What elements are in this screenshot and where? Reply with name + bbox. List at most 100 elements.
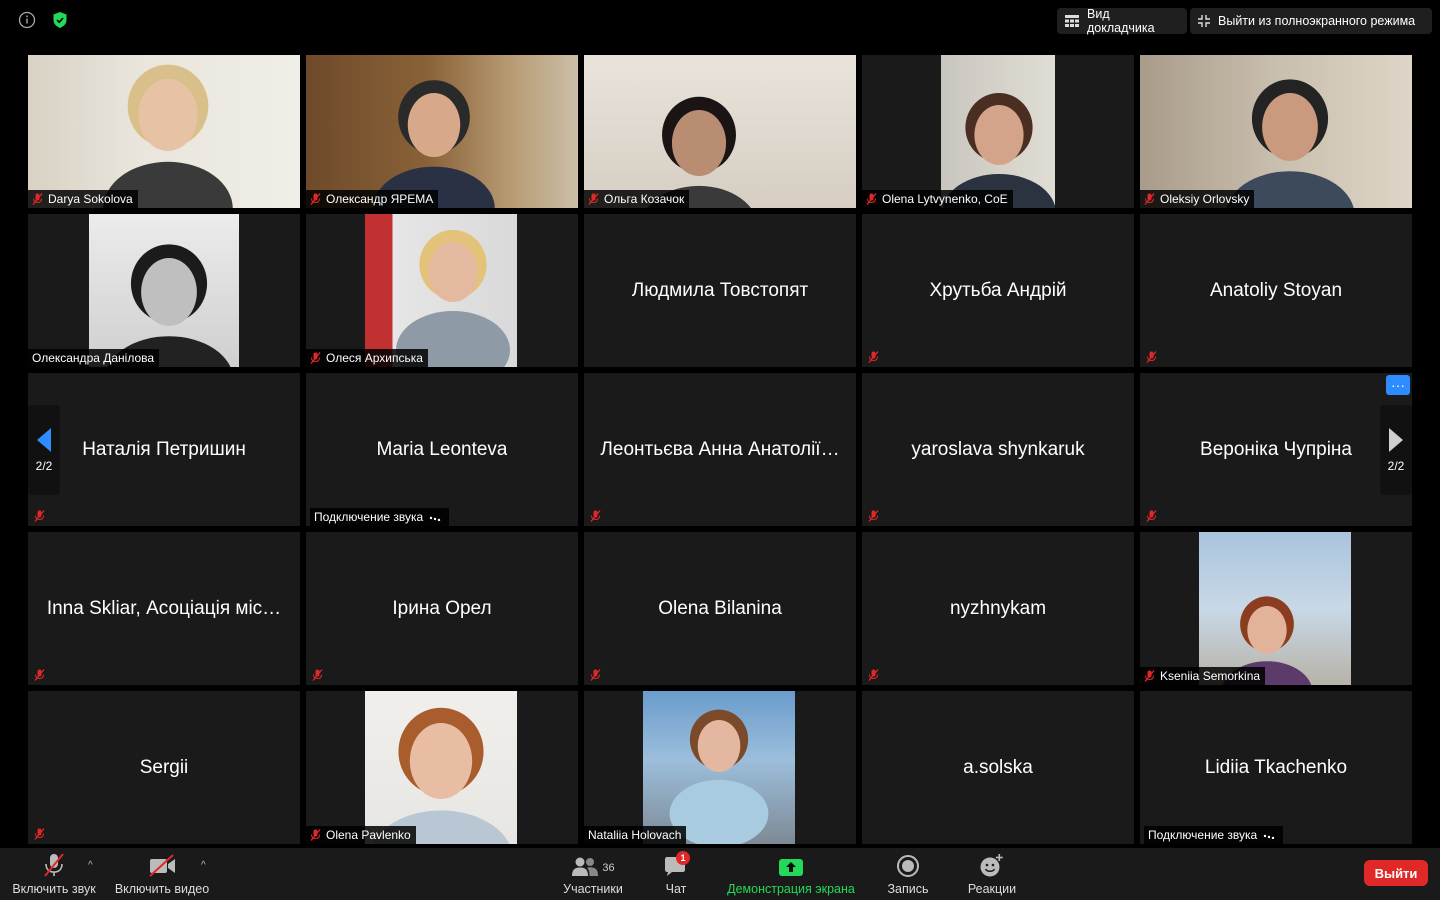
participant-name: nyzhnykam	[949, 597, 1047, 619]
video-options-caret-icon[interactable]: ^	[201, 860, 206, 871]
participant-tile[interactable]: Ірина Орел	[306, 532, 578, 685]
participant-name: Kseniia Semorkina	[1160, 669, 1261, 683]
participant-name: Olena Pavlenko	[326, 828, 411, 842]
participant-name: yaroslava shynkaruk	[911, 438, 1085, 460]
participant-tile[interactable]: Anatoliy Stoyan	[1140, 214, 1412, 367]
participant-tile[interactable]: Inna Skliar, Асоціація міс…	[28, 532, 300, 685]
start-video-label: Включить видео	[114, 882, 210, 896]
muted-microphone-icon	[588, 509, 602, 523]
participant-video	[28, 55, 300, 208]
loading-dots-icon	[429, 510, 441, 524]
participant-tile[interactable]: Наталія Петришин	[28, 373, 300, 526]
record-label: Запись	[887, 882, 929, 896]
participant-name: Nataliia Holovach	[588, 828, 682, 842]
participant-name: Inna Skliar, Асоціація міс…	[46, 597, 282, 619]
muted-microphone-icon	[866, 350, 880, 364]
participant-name-display: Sergii	[36, 691, 292, 844]
participant-name-display: Вероніка Чупріна	[1148, 373, 1404, 526]
participant-name: Ольга Козачок	[604, 192, 685, 206]
shield-icon[interactable]	[50, 10, 70, 30]
chat-button[interactable]: 1 Чат	[660, 848, 692, 900]
chat-unread-badge: 1	[676, 851, 690, 865]
participant-name: Олеся Архипська	[326, 351, 423, 365]
participant-tile[interactable]: yaroslava shynkaruk	[862, 373, 1134, 526]
participant-tile[interactable]: Olena Lytvynenko, CoE	[862, 55, 1134, 208]
participant-name: Olena Lytvynenko, CoE	[882, 192, 1008, 206]
participant-tile[interactable]: nyzhnykam	[862, 532, 1134, 685]
participants-label: Участники	[563, 882, 623, 896]
participant-video	[365, 214, 517, 367]
participant-name: Sergii	[139, 756, 189, 778]
reactions-label: Реакции	[967, 882, 1017, 896]
participant-tile[interactable]: Darya Sokolova	[28, 55, 300, 208]
info-icon[interactable]	[17, 10, 37, 30]
leave-meeting-button[interactable]: Выйти	[1364, 860, 1428, 886]
participant-tile[interactable]: Olena Pavlenko	[306, 691, 578, 844]
participant-tile[interactable]: Oleksiy Orlovsky	[1140, 55, 1412, 208]
participant-tile[interactable]: a.solska	[862, 691, 1134, 844]
participant-tile[interactable]: Kseniia Semorkina	[1140, 532, 1412, 685]
participant-tile[interactable]: Вероніка Чупріна ···	[1140, 373, 1412, 526]
participant-name: Olena Bilanina	[658, 597, 782, 619]
unmute-button[interactable]: Включить звук	[10, 848, 98, 900]
participant-name: a.solska	[963, 756, 1033, 778]
participant-name: Lidiia Tkachenko	[1204, 756, 1348, 778]
participant-name-label: Олександра Данілова	[28, 349, 160, 367]
participant-tile[interactable]: Олександра Данілова	[28, 214, 300, 367]
participant-name-label: Олеся Архипська	[306, 349, 428, 367]
participant-name: Вероніка Чупріна	[1200, 438, 1352, 460]
audio-connecting-text: Подключение звука	[1148, 828, 1258, 842]
participant-name: Людмила Товстопят	[631, 279, 809, 301]
audio-connecting-status: Подключение звука	[310, 508, 450, 526]
participant-name: Наталія Петришин	[82, 438, 246, 460]
participant-tile[interactable]: Леонтьєва Анна Анатолії…	[584, 373, 856, 526]
participant-name-label: Darya Sokolova	[28, 190, 138, 208]
chevron-left-icon	[37, 428, 51, 452]
participant-tile[interactable]: Olena Bilanina	[584, 532, 856, 685]
audio-options-caret-icon[interactable]: ^	[88, 860, 93, 871]
grid-view-icon	[1065, 15, 1079, 27]
participant-name-display: Inna Skliar, Асоціація міс…	[36, 532, 292, 685]
start-video-button[interactable]: Включить видео	[112, 848, 212, 900]
participant-tile[interactable]: Maria Leonteva Подключение звука	[306, 373, 578, 526]
participant-tile[interactable]: Хрутьба Андрій	[862, 214, 1134, 367]
participant-name-display: Maria Leonteva	[314, 373, 570, 526]
participant-tile[interactable]: Sergii	[28, 691, 300, 844]
participant-name-display: yaroslava shynkaruk	[870, 373, 1126, 526]
page-indicator-right: 2/2	[1387, 459, 1405, 473]
participant-name-display: Леонтьєва Анна Анатолії…	[592, 373, 848, 526]
participant-tile[interactable]: Ольга Козачок	[584, 55, 856, 208]
participant-tile[interactable]: Lidiia Tkachenko Подключение звука	[1140, 691, 1412, 844]
participant-name-display: Людмила Товстопят	[592, 214, 848, 367]
participant-tile[interactable]: Олександр ЯРЕМА	[306, 55, 578, 208]
participants-icon: 36	[563, 848, 623, 878]
participant-name-display: Ірина Орел	[314, 532, 570, 685]
participant-name: Maria Leonteva	[376, 438, 508, 460]
muted-microphone-icon	[1144, 193, 1155, 205]
participant-video	[643, 691, 795, 844]
participant-name-label: Nataliia Holovach	[584, 826, 687, 844]
prev-page-button[interactable]: 2/2	[28, 405, 60, 495]
participant-name: Леонтьєва Анна Анатолії…	[600, 438, 840, 460]
page-indicator-left: 2/2	[35, 459, 53, 473]
record-button[interactable]: Запись	[884, 848, 932, 900]
participant-name: Олександра Данілова	[32, 351, 155, 365]
participant-tile[interactable]: Nataliia Holovach	[584, 691, 856, 844]
participant-tile[interactable]: Олеся Архипська	[306, 214, 578, 367]
microphone-muted-icon	[41, 848, 67, 878]
share-screen-label: Демонстрация экрана	[727, 882, 855, 896]
participant-name-display: Anatoliy Stoyan	[1148, 214, 1404, 367]
more-options-button[interactable]: ···	[1386, 375, 1410, 395]
participants-button[interactable]: 36 Участники	[560, 848, 626, 900]
participant-video	[365, 691, 517, 844]
exit-fullscreen-icon	[1198, 15, 1210, 27]
exit-fullscreen-button[interactable]: Выйти из полноэкранного режима	[1190, 8, 1432, 34]
participant-video	[941, 55, 1056, 208]
participant-tile[interactable]: Людмила Товстопят	[584, 214, 856, 367]
share-screen-button[interactable]: Демонстрация экрана	[724, 848, 858, 900]
record-icon	[896, 848, 920, 878]
speaker-view-button[interactable]: Вид докладчика	[1057, 7, 1187, 35]
participant-video	[1140, 55, 1412, 208]
reactions-button[interactable]: Реакции	[964, 848, 1020, 900]
next-page-button[interactable]: 2/2	[1380, 405, 1412, 495]
